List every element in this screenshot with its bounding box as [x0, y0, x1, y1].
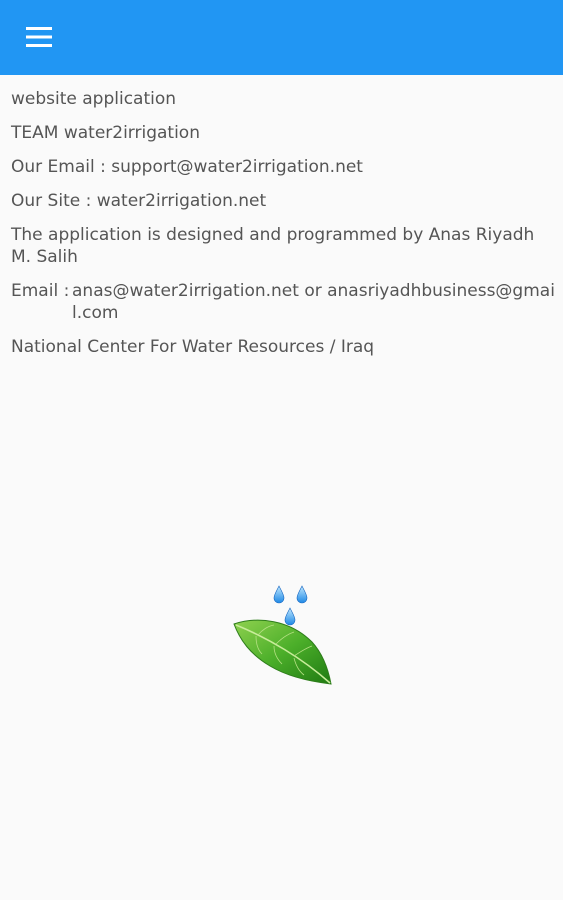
hamburger-menu-icon — [26, 27, 52, 47]
app-bar — [0, 0, 563, 75]
menu-button[interactable] — [14, 16, 64, 58]
leaf-with-water-drops-icon — [228, 580, 338, 690]
site-text: Our Site : water2irrigation.net — [11, 191, 267, 211]
about-content: website application TEAM water2irrigatio… — [11, 88, 556, 370]
developer-email-row: Email : anas@water2irrigation.net or ana… — [11, 280, 556, 324]
developer-credit-text: The application is designed and programm… — [11, 225, 535, 267]
support-email-text: Our Email : support@water2irrigation.net — [11, 157, 363, 177]
developer-email-label: Email : — [11, 281, 70, 301]
team-text: TEAM water2irrigation — [11, 123, 200, 143]
organization-text: National Center For Water Resources / Ir… — [11, 337, 375, 357]
website-application-text: website application — [11, 89, 177, 109]
developer-email-value: anas@water2irrigation.net or anasriyadhb… — [72, 281, 555, 323]
